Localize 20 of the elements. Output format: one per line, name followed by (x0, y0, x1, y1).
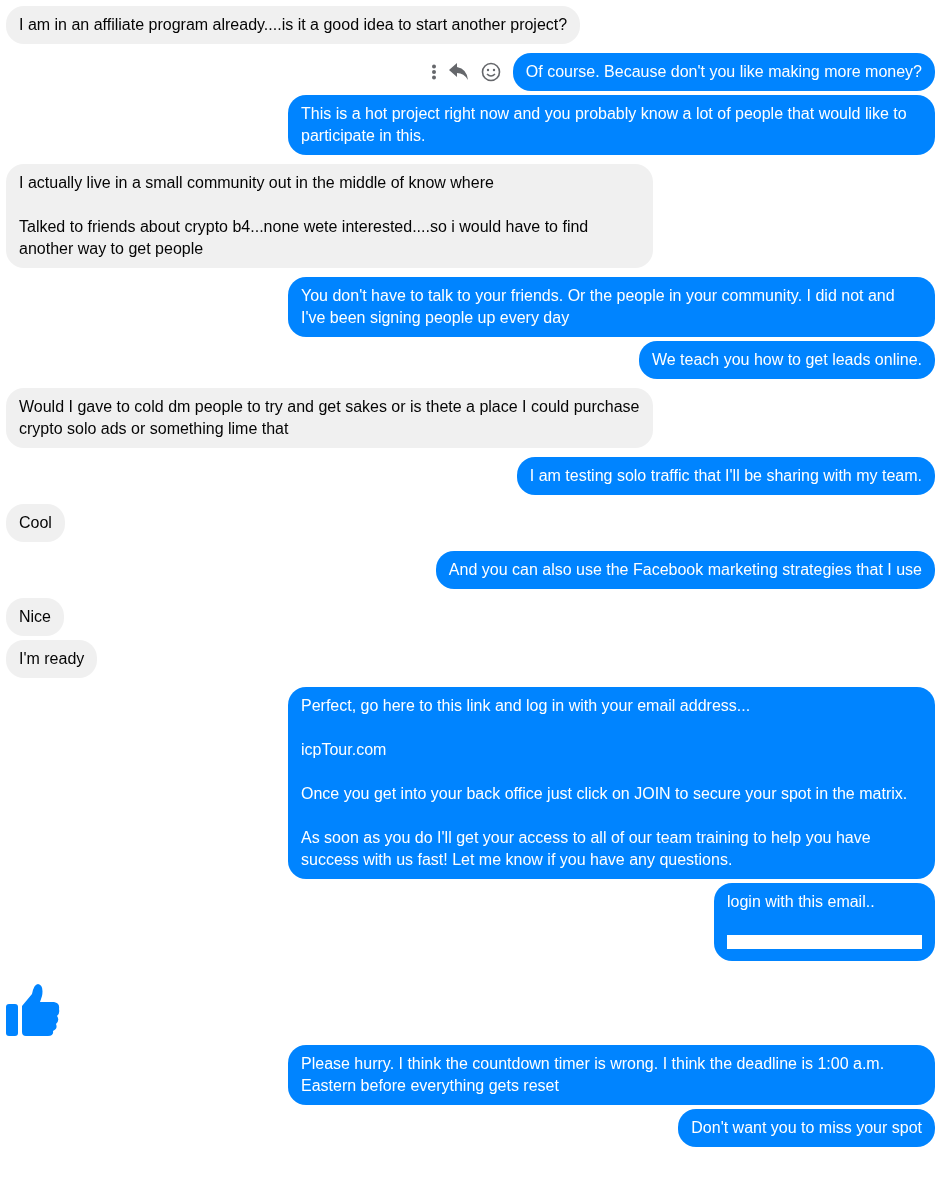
message-bubble: Would I gave to cold dm people to try and get sakes or is thete a place I could purchase crypto solo ads or something lime that (6, 388, 653, 448)
thumbs-up-icon (6, 982, 60, 1036)
message-bubble: Perfect, go here to this link and log in with your email address... icpTour.com Once you get into your back office just click on JOIN to secure your spot in the matrix. As soon as you do I'll get your access to all of our team training to help you have success with us fast! Let me know if you have any questions. (288, 687, 935, 879)
more-icon[interactable] (430, 64, 437, 80)
message-text: login with this email.. (727, 892, 876, 912)
message-bubble: I am in an affiliate program already....is it a good idea to start another project? (6, 6, 581, 44)
message-bubble: Cool (6, 504, 65, 542)
message-bubble: I actually live in a small community out in the middle of know where Talked to friends about crypto b4...none wete interested....so i would have to find another way to get people (6, 164, 653, 268)
message-bubble: Of course. Because don't you like making more money? (512, 53, 935, 91)
message-bubble: We teach you how to get leads online. (638, 341, 935, 379)
message-bubble: And you can also use the Facebook marketing strategies that I use (435, 551, 935, 589)
message-bubble: I am testing solo traffic that I'll be sharing with my team. (516, 457, 935, 495)
message-bubble: This is a hot project right now and you probably know a lot of people that would like to participate in this. (288, 95, 935, 155)
message-bubble: Nice (6, 598, 64, 636)
message-bubble: You don't have to talk to your friends. Or the people in your community. I did not and I've been signing people up every day (288, 277, 935, 337)
message-bubble: Please hurry. I think the countdown timer is wrong. I think the deadline is 1:00 a.m. Eastern before everything gets reset (288, 1045, 935, 1105)
message-bubble: Don't want you to miss your spot (678, 1109, 935, 1147)
smiley-icon[interactable] (480, 62, 501, 82)
reply-icon[interactable] (448, 63, 469, 81)
message-bubble: I'm ready (6, 640, 98, 678)
